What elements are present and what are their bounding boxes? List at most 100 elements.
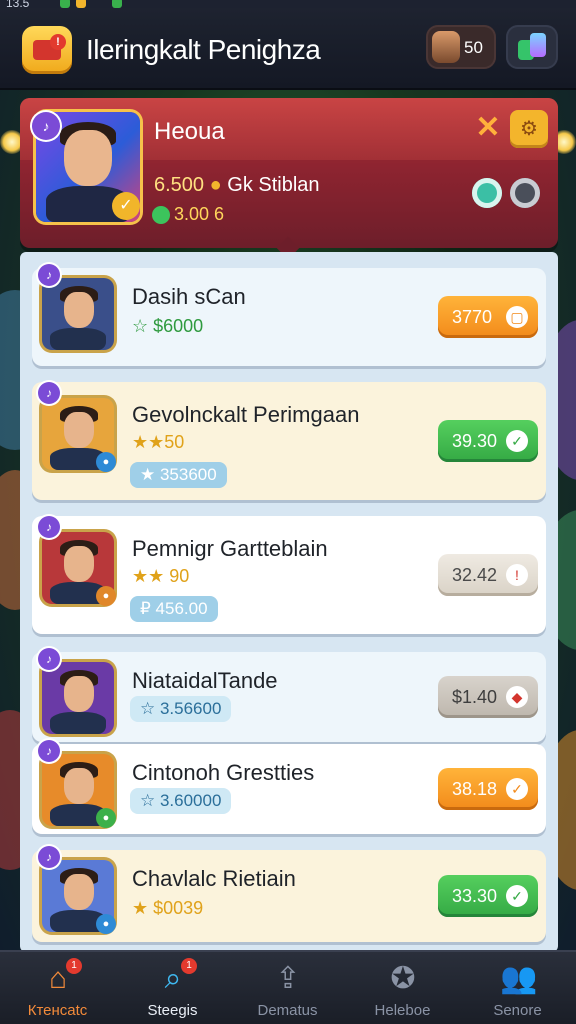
price-label: 39.30 (452, 431, 498, 451)
player-value-badge: ★ 353600 (130, 462, 227, 488)
list-item[interactable]: ● ♪ Gevolnckalt Perimgaan ★★50 ★ 353600 39.30… (32, 382, 546, 500)
notification-badge: 1 (181, 958, 197, 974)
list-item[interactable]: ♪ Dasih sCan ☆ $6000 3770 ▢ (32, 264, 546, 366)
buy-button[interactable]: 39.30 ✓ (438, 420, 538, 462)
nav-label: Dematus (257, 1002, 318, 1019)
avatar: ● (42, 860, 116, 934)
avatar: ● (42, 532, 116, 606)
music-note-icon: ♪ (38, 846, 60, 868)
nav-label: Ктенcatc (27, 1002, 88, 1019)
upload-icon: ⇪ (275, 962, 301, 995)
buy-button[interactable]: 32.42! (438, 554, 538, 596)
avatar-face (64, 130, 112, 186)
buy-button[interactable]: 33.30 ✓ (438, 875, 538, 917)
status-icon (60, 0, 70, 8)
people-icon: 👥 (500, 962, 538, 995)
featured-stat: 6.500 ● Gk Stiblan (154, 174, 320, 197)
music-note-icon: ♪ (38, 264, 60, 286)
nav-tab[interactable]: 👥 Senore (460, 952, 575, 1024)
player-value-badge: ☆ 3.60000 (130, 788, 232, 814)
player-rating: ☆ $6000 (132, 316, 204, 336)
gem-shop-button[interactable] (506, 25, 558, 69)
profile-avatar (432, 31, 460, 63)
player-rating: ★★50 (132, 432, 185, 452)
alert-icon: ! (506, 564, 528, 586)
player-rating: ★★ 90 (132, 566, 190, 586)
list-item[interactable]: ● ♪ Pemnigr Gartteblain ★★ 90 ₽ 456.00 32.42! (32, 516, 546, 634)
nav-tab[interactable]: ⌕ 1 Steegis (115, 952, 230, 1024)
coin-count: 50 (464, 38, 483, 57)
tag-icon: ▢ (506, 306, 528, 328)
price-label: 3770 (452, 307, 493, 327)
list-item[interactable]: ● ♪ Chavlalc Rietiain ★ $0039 33.30 ✓ (32, 846, 546, 942)
avatar-face (64, 546, 94, 582)
close-button[interactable]: ✕ (472, 112, 504, 144)
status-icon: ● (96, 586, 116, 606)
avatar-face (64, 768, 94, 804)
player-rating: ★ $0039 (132, 898, 204, 918)
page-title: Ileringkalt Penighza (86, 34, 321, 65)
nav-tab[interactable]: ⇪ Dematus (230, 952, 345, 1024)
price-label: 38.18 (452, 779, 498, 799)
avatar: ● (42, 754, 116, 828)
avatar-face (64, 676, 94, 712)
status-icon (76, 0, 86, 8)
music-note-icon: ♪ (38, 648, 60, 670)
check-icon: ✓ (506, 885, 528, 907)
music-note-icon: ♪ (38, 382, 60, 404)
app-logo-button[interactable]: ! (22, 26, 72, 74)
nav-label: Steegis (147, 1002, 198, 1019)
price-label: 32.42 (452, 565, 498, 585)
share-button[interactable] (472, 178, 502, 208)
buy-button[interactable]: 38.18 ✓ (438, 768, 538, 810)
notification-badge: ! (50, 34, 66, 50)
badge-icon: ✪ (390, 962, 416, 995)
avatar-suit (50, 712, 106, 734)
nav-label: Heleboe (374, 1002, 431, 1019)
list-item[interactable]: ♪ NiataidalTande ☆ 3.56600 $1.40 ◆ (32, 648, 546, 742)
music-note-icon: ♪ (38, 740, 60, 762)
coin-balance-button[interactable]: 50 (426, 25, 496, 69)
check-icon: ✓ (506, 778, 528, 800)
info-button[interactable] (510, 178, 540, 208)
player-value-badge: ☆ 3.56600 (130, 696, 232, 722)
list-item[interactable]: ● ♪ Cintonoh Grestties ☆ 3.60000 38.18 ✓ (32, 740, 546, 834)
avatar-face (64, 874, 94, 910)
player-value-badge: ₽ 456.00 (130, 596, 218, 622)
status-icon (112, 0, 122, 8)
settings-button[interactable]: ⚙ (510, 110, 548, 148)
check-circle-icon (152, 206, 170, 224)
nav-tab[interactable]: ⌂ 1 Ктенcatc (0, 952, 115, 1024)
gem-icon (530, 33, 546, 57)
featured-stat-label: Gk Stiblan (227, 174, 320, 196)
avatar-suit (50, 328, 106, 350)
music-note-icon: ♪ (32, 112, 60, 140)
avatar-face (64, 412, 94, 448)
avatar-face (64, 292, 94, 328)
featured-player-card[interactable]: ✓ ♪ Heoua 6.500 ● Gk Stiblan 3.00 6 ✕ ⚙ (20, 98, 558, 248)
buy-button[interactable]: $1.40 ◆ (438, 676, 538, 718)
top-bar: ! Ileringkalt Penighza 50 (0, 8, 576, 90)
check-icon: ✓ (506, 430, 528, 452)
status-icon: ● (96, 452, 116, 472)
featured-sub-value: 3.00 6 (174, 204, 225, 224)
featured-name: Heoua (154, 118, 225, 145)
tag-icon: ◆ (506, 686, 528, 708)
player-name: NiataidalTande (132, 668, 278, 693)
nav-label: Senore (493, 1002, 542, 1019)
player-name: Chavlalc Rietiain (132, 866, 296, 891)
buy-button[interactable]: 3770 ▢ (438, 296, 538, 338)
avatar (42, 662, 114, 734)
avatar (42, 278, 114, 350)
notification-badge: 1 (66, 958, 82, 974)
player-name: Dasih sCan (132, 284, 246, 309)
avatar: ● (42, 398, 116, 472)
featured-stat-value: 6.500 (154, 174, 205, 196)
player-name: Gevolnckalt Perimgaan (132, 402, 360, 427)
music-note-icon: ♪ (38, 516, 60, 538)
status-icon: ● (96, 808, 116, 828)
player-name: Pemnigr Gartteblain (132, 536, 328, 561)
nav-tab[interactable]: ✪ Heleboe (345, 952, 460, 1024)
bottom-nav: ⌂ 1 Ктенcatc ⌕ 1 Steegis ⇪ Dematus ✪ Heleboe 👥 Seno… (0, 950, 576, 1024)
price-label: 33.30 (452, 886, 498, 906)
